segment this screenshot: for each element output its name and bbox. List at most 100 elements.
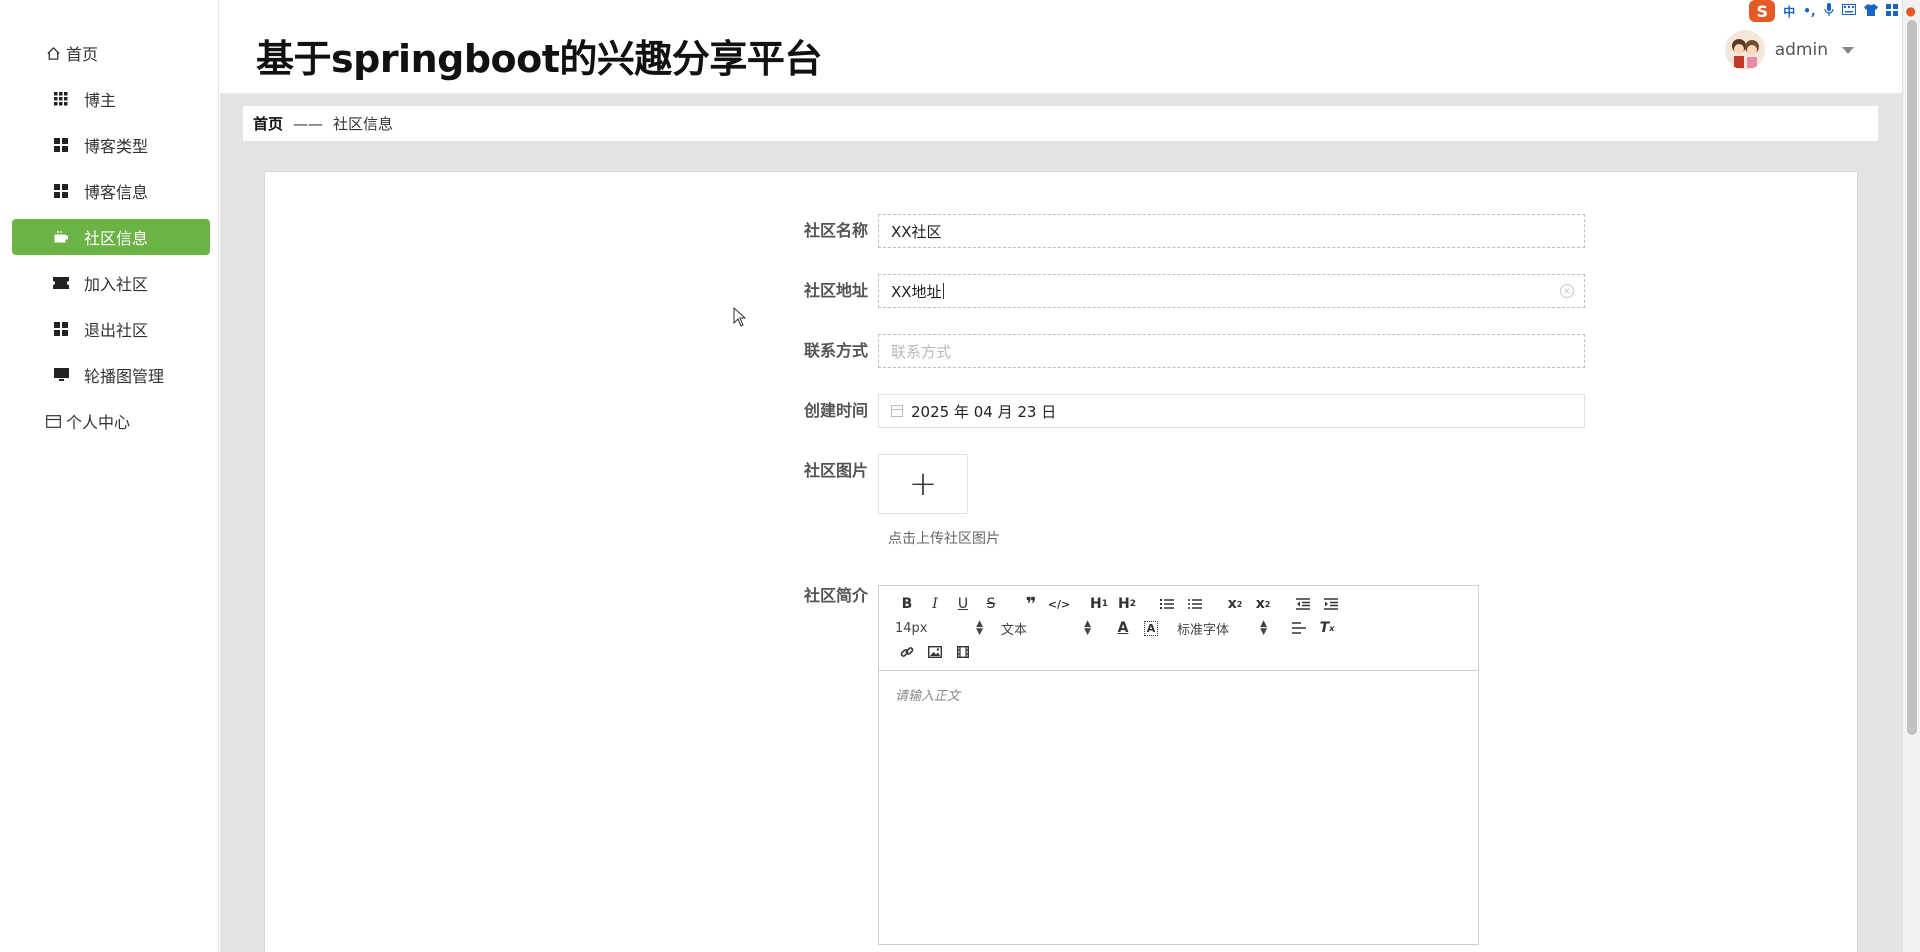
monitor-icon <box>52 366 70 384</box>
updown-icon: ▲ ▼ <box>1260 619 1267 637</box>
coffee-icon <box>52 228 70 246</box>
field-label: 社区名称 <box>803 221 868 240</box>
toolbar-row <box>893 640 1468 664</box>
sidebar-item-label: 退出社区 <box>84 321 149 340</box>
avatar <box>1724 30 1765 70</box>
tray-extra-icon[interactable]: ● <box>1906 4 1916 18</box>
strikethrough-icon[interactable]: S <box>977 593 1005 615</box>
ime-lang[interactable]: 中 <box>1783 3 1795 20</box>
form-row-image: 社区图片 + <box>265 454 968 514</box>
toolbar-row: 14px ▲ ▼ 文本 ▲ ▼ A A 标准字体 ▲ ▼ T x <box>893 616 1468 640</box>
sidebar-item-leave-community[interactable]: 退出社区 <box>12 311 210 347</box>
bold-icon[interactable]: B <box>893 593 921 615</box>
sidebar-item-home[interactable]: 首页 <box>12 35 210 71</box>
bullet-list-icon[interactable] <box>1181 593 1209 615</box>
align-icon[interactable] <box>1285 617 1313 639</box>
rich-text-editor[interactable]: B I U S ❞ </> H1 H2 x 2 x 2 14px ▲ ▼ 文本 … <box>878 585 1479 945</box>
grid-icon <box>52 182 70 200</box>
user-menu[interactable]: admin <box>1724 30 1854 70</box>
sidebar-item-blog-types[interactable]: 博客类型 <box>12 127 210 163</box>
mouse-cursor-icon <box>733 306 747 331</box>
form-row-intro: 社区简介 B I U S ❞ </> H1 H2 x 2 x 2 14px ▲ … <box>265 585 1479 945</box>
blockquote-icon[interactable]: ❞ <box>1017 593 1045 615</box>
editor-toolbar: B I U S ❞ </> H1 H2 x 2 x 2 14px ▲ ▼ 文本 … <box>879 586 1478 671</box>
italic-icon[interactable]: I <box>921 593 949 615</box>
sidebar-item-label: 博客类型 <box>84 137 149 156</box>
font-size-select[interactable]: 14px ▲ ▼ <box>893 619 989 637</box>
grid-icon <box>52 320 70 338</box>
grid-icon <box>52 90 70 108</box>
toolbox-icon[interactable] <box>1885 3 1898 19</box>
sidebar-item-bloggers[interactable]: 博主 <box>12 81 210 117</box>
sidebar-item-community-info[interactable]: 社区信息 <box>12 219 210 255</box>
underline-icon[interactable]: U <box>949 593 977 615</box>
page-title: 基于springboot的兴趣分享平台 <box>256 37 822 81</box>
sidebar-item-profile[interactable]: 个人中心 <box>12 403 210 439</box>
sidebar-item-carousel[interactable]: 轮播图管理 <box>12 357 210 393</box>
sidebar-item-join-community[interactable]: 加入社区 <box>12 265 210 301</box>
field-label: 社区简介 <box>803 586 868 605</box>
username: admin <box>1774 40 1828 60</box>
plus-icon: + <box>908 464 938 504</box>
card-icon <box>44 412 62 430</box>
heading2-icon[interactable]: H2 <box>1113 593 1141 615</box>
subscript-icon[interactable]: x2 <box>1221 593 1249 615</box>
page-scrollbar[interactable] <box>1902 0 1920 952</box>
select-value: 标准字体 <box>1177 622 1230 638</box>
contact-input[interactable]: 联系方式 <box>878 334 1585 368</box>
microphone-icon[interactable] <box>1823 3 1834 19</box>
skin-icon[interactable] <box>1863 3 1878 19</box>
code-block-icon[interactable]: </> <box>1045 593 1073 615</box>
field-label: 社区地址 <box>803 281 868 300</box>
clear-icon[interactable]: × <box>1560 284 1574 298</box>
font-family-select[interactable]: 标准字体 ▲ ▼ <box>1177 619 1273 638</box>
input-value: XX社区 <box>891 222 942 241</box>
paragraph-select[interactable]: 文本 ▲ ▼ <box>1001 619 1097 638</box>
heading1-icon[interactable]: H1 <box>1085 593 1113 615</box>
text-caret <box>942 283 944 299</box>
scrollbar-thumb[interactable] <box>1907 20 1917 735</box>
indent-icon[interactable] <box>1317 593 1345 615</box>
community-address-input[interactable]: XX地址 × <box>878 274 1585 308</box>
community-name-input[interactable]: XX社区 <box>878 214 1585 248</box>
field-label: 创建时间 <box>803 401 868 420</box>
input-value: XX地址 <box>891 282 942 301</box>
header: 基于springboot的兴趣分享平台 admin <box>220 0 1902 94</box>
punctuation-icon[interactable]: •, <box>1803 4 1815 18</box>
image-icon[interactable] <box>921 641 949 663</box>
sidebar-item-blog-info[interactable]: 博客信息 <box>12 173 210 209</box>
clear-format-icon[interactable]: Tx <box>1313 617 1341 639</box>
input-value: 2025 年 04 月 23 日 <box>911 402 1057 421</box>
background-color-icon[interactable]: A <box>1137 617 1165 639</box>
image-upload-button[interactable]: + <box>878 454 968 514</box>
form-row-name: 社区名称 XX社区 <box>265 214 1585 248</box>
sidebar-item-label: 博客信息 <box>84 183 149 202</box>
sidebar-item-label: 轮播图管理 <box>84 367 165 386</box>
sidebar-item-label: 个人中心 <box>66 413 131 432</box>
video-icon[interactable] <box>949 641 977 663</box>
sidebar-item-label: 社区信息 <box>84 229 149 248</box>
sidebar: 首页 博主 博客类型 博客信息 社区信息 加入社区 退出社区 轮播图管理 个人中… <box>0 0 219 952</box>
font-color-icon[interactable]: A <box>1109 617 1137 639</box>
link-icon[interactable] <box>893 641 921 663</box>
updown-icon: ▲ ▼ <box>976 619 983 637</box>
field-label: 社区图片 <box>803 461 868 480</box>
ime-tray: S 中 •, ● <box>1745 0 1920 22</box>
breadcrumb-home[interactable]: 首页 <box>253 113 283 134</box>
ticket-icon <box>52 274 70 292</box>
form-row-created: 创建时间 2025 年 04 月 23 日 <box>265 394 1585 428</box>
sidebar-item-label: 首页 <box>66 45 99 64</box>
keyboard-icon[interactable] <box>1841 4 1856 18</box>
form-row-contact: 联系方式 联系方式 <box>265 334 1585 368</box>
home-icon <box>44 44 62 62</box>
chevron-down-icon <box>1842 46 1854 54</box>
superscript-icon[interactable]: x2 <box>1249 593 1277 615</box>
form-row-address: 社区地址 XX地址 × <box>265 274 1585 308</box>
ordered-list-icon[interactable] <box>1153 593 1181 615</box>
breadcrumb-separator: —— <box>293 114 324 133</box>
created-date-picker[interactable]: 2025 年 04 月 23 日 <box>878 394 1585 428</box>
editor-content[interactable]: 请输入正文 <box>879 671 1478 718</box>
select-value: 文本 <box>1001 622 1028 638</box>
calendar-icon <box>891 405 903 417</box>
outdent-icon[interactable] <box>1289 593 1317 615</box>
